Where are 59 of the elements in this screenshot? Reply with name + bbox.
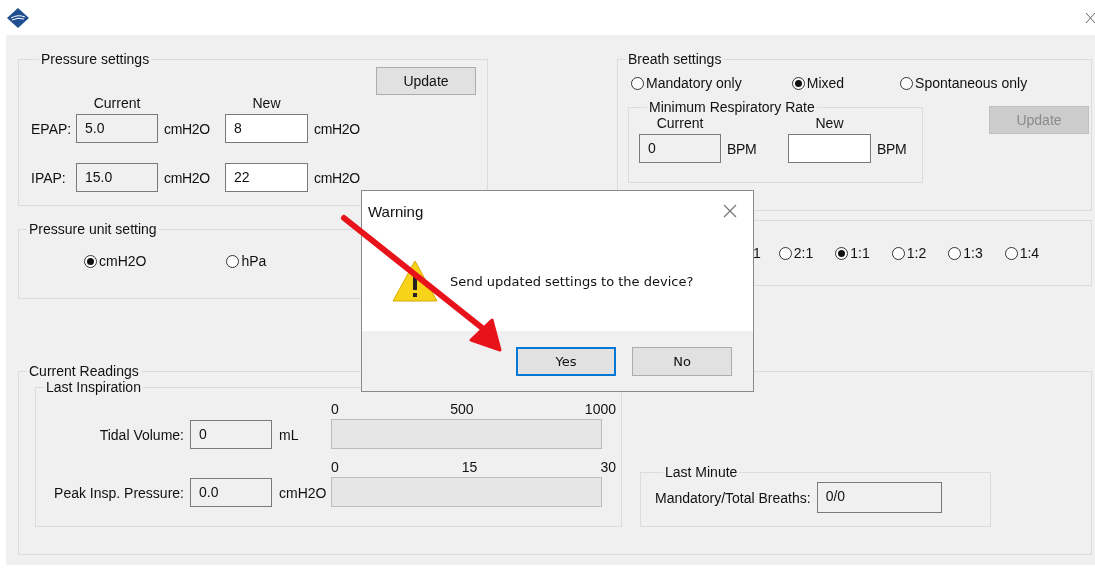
column-header: Current [655, 115, 705, 133]
unit-label: cmH2O [278, 485, 328, 501]
text-field[interactable]: 0 [190, 420, 272, 449]
text-field[interactable]: 15.0 [76, 163, 158, 192]
dialog-title: Warning [368, 202, 424, 220]
radio-label: 1 [753, 245, 761, 261]
field-label: Peak Insp. Pressure: [53, 485, 185, 501]
unit-label: cmH2O [163, 120, 211, 137]
scale-label: 30 [600, 459, 616, 475]
unit-label: cmH2O [313, 169, 361, 186]
text-field[interactable]: 5.0 [76, 114, 158, 143]
radio-option[interactable]: 1:4 [1004, 245, 1040, 261]
unit-label: BPM [726, 140, 758, 157]
field-label: EPAP: [31, 120, 73, 137]
column-header: New [251, 95, 282, 113]
scale-label: 15 [461, 459, 478, 475]
radio-option[interactable]: 2:1 [778, 245, 814, 261]
group-title: Pressure unit setting [28, 221, 158, 237]
group-title: Pressure settings [40, 51, 151, 67]
unit-label: cmH2O [163, 169, 211, 186]
text-field[interactable] [788, 134, 871, 163]
group-title: Minimum Respiratory Rate [648, 99, 816, 115]
dialog-button[interactable]: Yes [516, 346, 616, 376]
radio-option[interactable]: hPa [226, 253, 267, 269]
unit-label: mL [278, 427, 300, 443]
field-label: Tidal Volume: [98, 427, 185, 443]
group-title: Current Readings [28, 363, 140, 379]
radio-option[interactable]: Mixed [791, 75, 845, 91]
text-field[interactable]: 0/0 [816, 482, 942, 513]
scale-label: 1000 [584, 401, 616, 417]
radio-option[interactable]: 1:3 [948, 245, 983, 261]
radio-option[interactable]: 1:1 [835, 245, 870, 261]
radio-option[interactable]: Mandatory only [631, 75, 742, 91]
app-logo-icon [7, 7, 29, 28]
scale-label: 0 [331, 459, 339, 475]
text-field[interactable]: 22 [225, 163, 308, 192]
radio-option[interactable]: 1:2 [891, 245, 927, 261]
dialog-message: Send updated settings to the device? [450, 273, 694, 289]
group-title: Last Minute [664, 464, 739, 480]
group-title: Last Inspiration [45, 379, 142, 395]
group-title: Breath settings [627, 51, 723, 67]
scale-label: 0 [331, 401, 339, 417]
unit-label: cmH2O [313, 120, 361, 137]
scale-label: 500 [450, 401, 474, 417]
radio-option[interactable]: Spontaneous only [900, 75, 1028, 91]
close-icon[interactable] [1085, 11, 1095, 24]
update-button[interactable]: Update [376, 67, 476, 95]
text-field[interactable]: 0.0 [190, 478, 272, 507]
column-header: Current [92, 95, 142, 113]
text-field[interactable]: 8 [225, 114, 308, 143]
unit-label: BPM [876, 140, 908, 157]
radio-option[interactable]: cmH2O [84, 253, 147, 269]
dialog-button[interactable]: No [632, 346, 732, 376]
column-header: New [814, 115, 845, 133]
close-icon[interactable] [723, 204, 737, 218]
field-label: IPAP: [31, 169, 67, 186]
text-field[interactable]: 0 [639, 134, 721, 163]
warning-icon [392, 260, 438, 302]
field-label: Mandatory/Total Breaths: [655, 489, 811, 506]
